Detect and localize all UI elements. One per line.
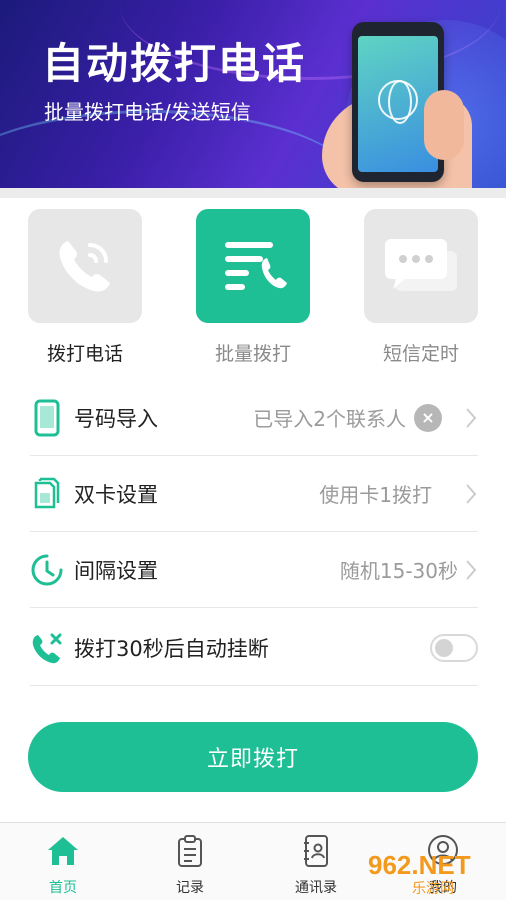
- promo-banner[interactable]: 自动拨打电话 批量拨打电话/发送短信: [0, 0, 506, 188]
- interval-title: 间隔设置: [74, 558, 158, 583]
- watermark-text: 乐游网: [412, 881, 454, 897]
- hand-illustration: [424, 90, 464, 160]
- batch-dial-icon: [225, 242, 287, 290]
- dial-now-button[interactable]: 立即拨打: [28, 722, 478, 792]
- globe-icon: [378, 80, 418, 124]
- dual-sim-row[interactable]: 双卡设置 使用卡1拨打: [30, 456, 478, 532]
- chevron-right-icon: [466, 484, 477, 504]
- sms-chat-icon: [385, 239, 457, 291]
- chevron-right-icon: [466, 408, 477, 428]
- nav-home-label: 首页: [49, 880, 77, 896]
- feature-sms-label: 短信定时: [382, 343, 459, 365]
- section-divider: [0, 188, 506, 198]
- watermark-logo: 962.NET: [368, 850, 471, 880]
- auto-hangup-toggle[interactable]: [430, 633, 478, 662]
- interval-row[interactable]: 间隔设置 随机15-30秒: [30, 532, 478, 608]
- nav-records[interactable]: 记录: [130, 831, 250, 897]
- nav-records-label: 记录: [176, 880, 204, 896]
- feature-batch-button[interactable]: [196, 209, 310, 323]
- banner-subtitle: 批量拨打电话/发送短信: [44, 100, 251, 124]
- clear-contacts-button[interactable]: ×: [414, 403, 442, 432]
- clock-icon: [30, 550, 64, 590]
- toggle-knob: [435, 638, 453, 657]
- sim-card-icon: [30, 474, 64, 514]
- nav-home[interactable]: 首页: [3, 831, 123, 897]
- feature-sms-button[interactable]: [364, 209, 478, 323]
- number-import-value: 已导入2个联系人: [253, 407, 406, 431]
- feature-call-label: 拨打电话: [46, 343, 123, 365]
- number-import-title: 号码导入: [74, 406, 158, 431]
- auto-hangup-title: 拨打30秒后自动挂断: [74, 636, 269, 661]
- phone-import-icon: [30, 398, 64, 438]
- phone-call-icon: [59, 241, 110, 292]
- dual-sim-value: 使用卡1拨打: [319, 483, 432, 507]
- address-book-icon: [256, 831, 376, 871]
- nav-contacts-label: 通讯录: [295, 880, 337, 896]
- hangup-icon: [30, 628, 64, 668]
- interval-value: 随机15-30秒: [339, 559, 458, 583]
- nav-contacts[interactable]: 通讯录: [256, 831, 376, 897]
- number-import-row[interactable]: 号码导入 已导入2个联系人 ×: [30, 380, 478, 456]
- site-watermark: 962.NET 乐游网: [368, 850, 504, 898]
- home-icon: [3, 831, 123, 871]
- chevron-right-icon: [466, 560, 477, 580]
- feature-batch-label: 批量拨打: [214, 343, 291, 365]
- auto-hangup-row: 拨打30秒后自动挂断: [30, 610, 478, 686]
- banner-title: 自动拨打电话: [42, 39, 307, 88]
- feature-call-button[interactable]: [28, 209, 142, 323]
- clipboard-icon: [130, 831, 250, 871]
- dual-sim-title: 双卡设置: [74, 482, 158, 507]
